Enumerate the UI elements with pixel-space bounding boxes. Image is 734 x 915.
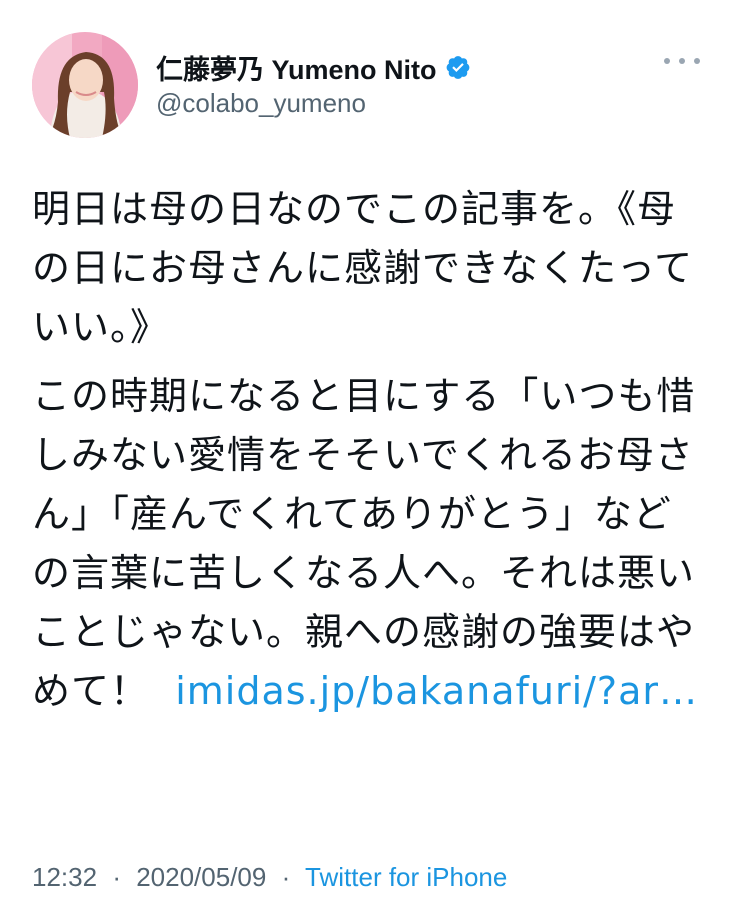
tweet-text: 明日は母の日なのでこの記事を。《母の日にお母さんに感謝できなくたっていい。》 こ… — [32, 180, 704, 721]
user-handle[interactable]: @colabo_yumeno — [156, 88, 471, 119]
author-names: 仁藤夢乃 Yumeno Nito @colabo_yumeno — [156, 50, 471, 119]
tweet-date[interactable]: 2020/05/09 — [136, 862, 266, 892]
profile-photo-icon — [32, 32, 138, 138]
tweet-meta: 12:32 · 2020/05/09 · Twitter for iPhone — [32, 862, 507, 893]
tweet-header: 仁藤夢乃 Yumeno Nito @colabo_yumeno — [32, 32, 706, 140]
tweet-paragraph-1: 明日は母の日なのでこの記事を。《母の日にお母さんに感謝できなくたっていい。》 — [32, 187, 694, 349]
tweet-paragraph-2: この時期になると目にする「いつも惜しみない愛情をそそいでくれるお母さん」「産んで… — [32, 367, 704, 721]
tweet-paragraph-2-text: この時期になると目にする「いつも惜しみない愛情をそそいでくれるお母さん」「産んで… — [32, 374, 696, 713]
tweet-source-link[interactable]: Twitter for iPhone — [305, 862, 507, 892]
verified-badge-icon — [445, 54, 471, 80]
tweet-card: 仁藤夢乃 Yumeno Nito @colabo_yumeno 明日は母の日なの… — [0, 0, 734, 915]
ellipsis-icon[interactable] — [664, 54, 700, 68]
tweet-time[interactable]: 12:32 — [32, 862, 97, 892]
meta-separator-2: · — [281, 862, 291, 892]
meta-separator: · — [112, 862, 121, 892]
avatar[interactable] — [32, 32, 138, 138]
display-name[interactable]: 仁藤夢乃 Yumeno Nito — [156, 48, 437, 87]
article-link[interactable]: imidas.jp/bakanafuri/?ar… — [175, 669, 698, 713]
